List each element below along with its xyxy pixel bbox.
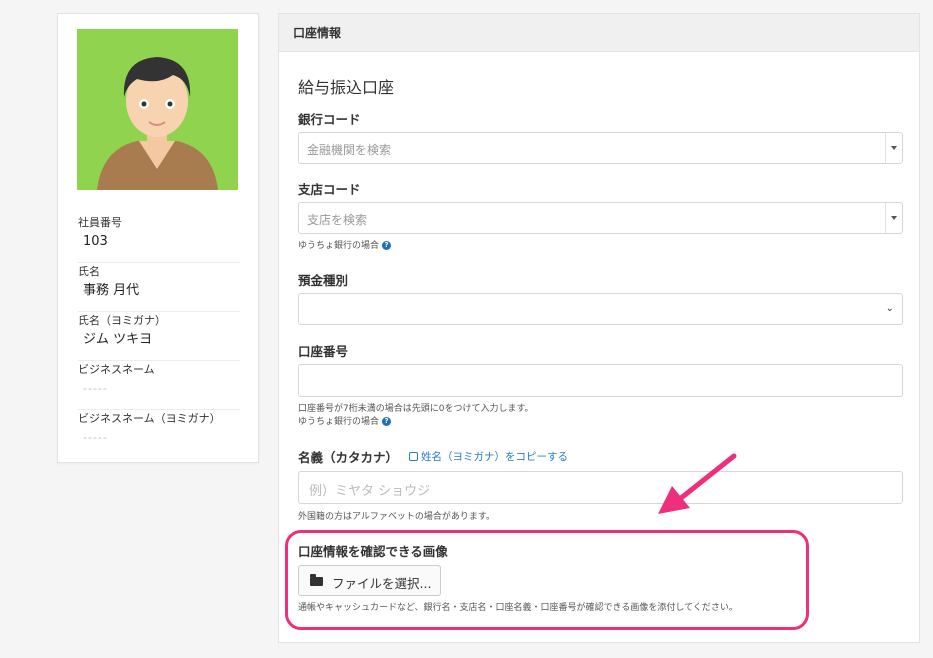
question-icon[interactable]: ? [382, 241, 392, 250]
branch-code-help-text: ゆうちょ銀行の場合 [298, 241, 380, 251]
account-number-help-2-row: ゆうちょ銀行の場合? [298, 416, 534, 429]
account-name-placeholder: 例）ミヤタ ショウジ [309, 484, 431, 499]
branch-code-help: ゆうちょ銀行の場合? [298, 240, 392, 253]
branch-code-dropdown-toggle[interactable] [885, 203, 902, 233]
bank-code-label: 銀行コード [298, 112, 361, 127]
account-name-help: 外国籍の方はアルファベットの場合があります。 [298, 512, 496, 522]
highlight-box [285, 530, 809, 630]
bank-code-placeholder: 金融機関を検索 [307, 143, 392, 157]
section-title: 給与振込口座 [298, 78, 395, 97]
business-name: ビジネスネーム ----- [78, 361, 240, 410]
branch-code-placeholder: 支店を検索 [307, 213, 368, 227]
employee-number-label: 社員番号 [78, 216, 122, 229]
account-number-input[interactable] [298, 364, 903, 397]
bank-code-select[interactable]: 金融機関を検索 [298, 132, 903, 164]
account-name-input[interactable]: 例）ミヤタ ショウジ [298, 471, 903, 504]
deposit-type-select[interactable]: ⌄ [298, 293, 903, 325]
account-number-help-2: ゆうちょ銀行の場合 [298, 417, 380, 427]
employee-card: 社員番号 103 氏名 事務 月代 氏名（ヨミガナ） ジム ツキヨ ビジネスネー… [57, 13, 259, 463]
employee-name-kana-label: 氏名（ヨミガナ） [78, 314, 166, 327]
employee-name: 氏名 事務 月代 [78, 263, 240, 312]
business-name-kana: ビジネスネーム（ヨミガナ） ----- [78, 410, 240, 459]
copy-kana-link-text: 姓名（ヨミガナ）をコピーする [421, 451, 568, 463]
account-name-label: 名義（カタカナ） [298, 450, 399, 465]
account-number-help-1: 口座番号が7桁未満の場合は先頭に0をつけて入力します。 [298, 404, 534, 414]
business-name-value: ----- [83, 382, 108, 395]
employee-number: 社員番号 103 [78, 214, 240, 263]
employee-number-value: 103 [83, 234, 108, 249]
employee-name-value: 事務 月代 [83, 283, 140, 298]
caret-down-icon [891, 146, 897, 150]
branch-code-label: 支店コード [298, 182, 361, 197]
copy-icon [409, 452, 418, 461]
caret-down-icon [891, 216, 897, 220]
deposit-type-label: 預金種別 [298, 273, 349, 288]
avatar [77, 29, 238, 190]
branch-code-select[interactable]: 支店を検索 [298, 202, 903, 234]
pointer-arrow-icon [658, 453, 737, 514]
business-name-kana-label: ビジネスネーム（ヨミガナ） [78, 412, 221, 425]
chevron-down-icon: ⌄ [885, 303, 894, 314]
copy-kana-link[interactable]: 姓名（ヨミガナ）をコピーする [409, 449, 568, 464]
business-name-kana-value: ----- [83, 431, 108, 444]
card-header: 口座情報 [279, 14, 919, 52]
employee-name-label: 氏名 [78, 265, 100, 278]
employee-name-kana: 氏名（ヨミガナ） ジム ツキヨ [78, 312, 240, 361]
account-number-label: 口座番号 [298, 344, 349, 359]
business-name-label: ビジネスネーム [78, 363, 155, 376]
bank-code-dropdown-toggle[interactable] [885, 133, 902, 163]
employee-info-list: 社員番号 103 氏名 事務 月代 氏名（ヨミガナ） ジム ツキヨ ビジネスネー… [78, 214, 240, 459]
question-icon[interactable]: ? [382, 417, 392, 426]
account-number-help: 口座番号が7桁未満の場合は先頭に0をつけて入力します。 ゆうちょ銀行の場合? [298, 403, 534, 429]
employee-name-kana-value: ジム ツキヨ [83, 332, 153, 347]
